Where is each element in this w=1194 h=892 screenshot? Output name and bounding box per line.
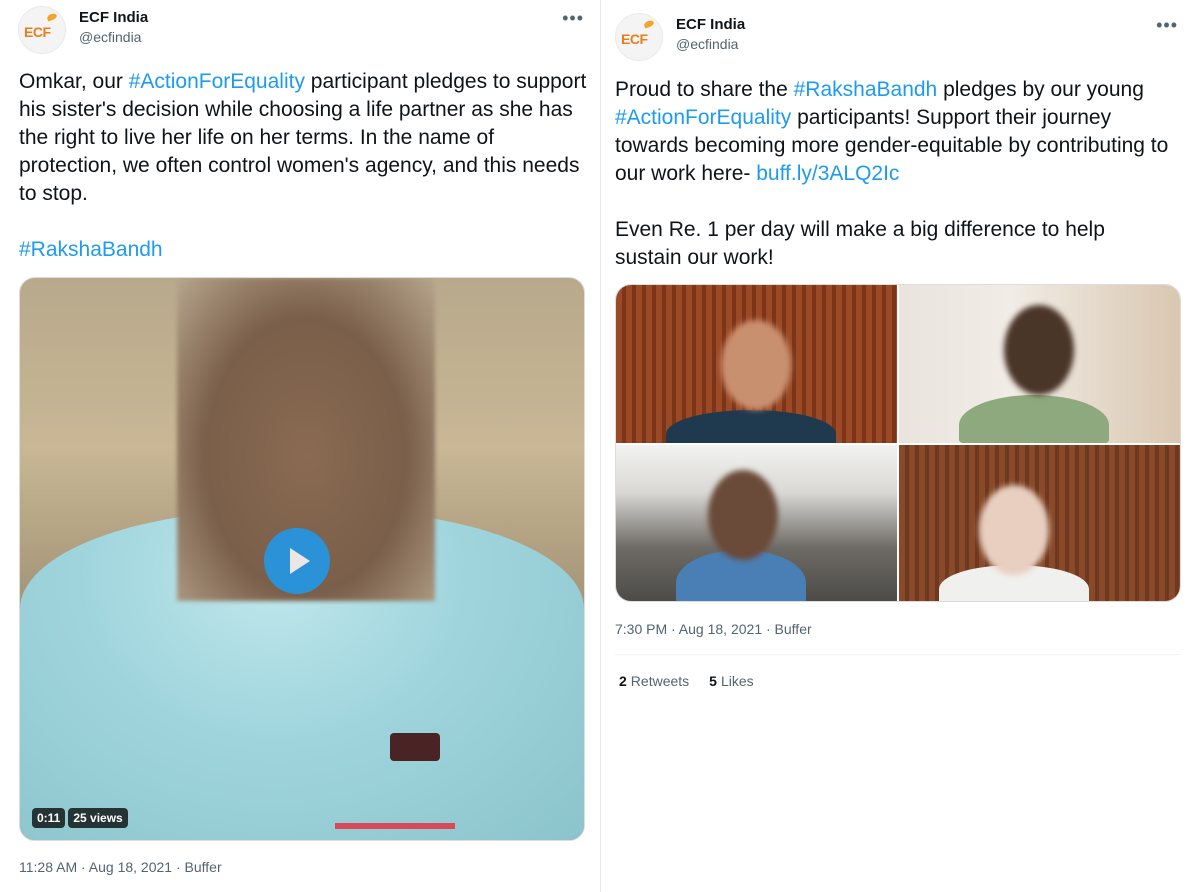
likes-count: 5 bbox=[709, 673, 717, 689]
likes-label: Likes bbox=[720, 673, 754, 689]
likes-stat[interactable]: 5 Likes bbox=[709, 673, 753, 689]
divider bbox=[615, 654, 1180, 655]
video-views: 25 views bbox=[68, 808, 128, 828]
photo-3[interactable] bbox=[616, 445, 897, 601]
tweet-text-segment: Even Re. 1 per day will make a big diffe… bbox=[615, 218, 1105, 269]
url-link[interactable]: buff.ly/3ALQ2Ic bbox=[756, 162, 899, 185]
tweet-timestamp[interactable]: 7:30 PM · Aug 18, 2021 · Buffer bbox=[615, 621, 812, 637]
author-name[interactable]: ECF India bbox=[79, 9, 148, 26]
more-horizontal-icon[interactable]: ••• bbox=[1156, 15, 1178, 36]
photo-blurred-face bbox=[721, 320, 791, 410]
tweet-text-segment: Proud to share the bbox=[615, 78, 794, 101]
avatar-logo-text: ECF bbox=[24, 24, 51, 40]
author-name[interactable]: ECF India bbox=[676, 16, 745, 33]
hashtag-link[interactable]: #ActionForEquality bbox=[129, 70, 305, 93]
photo-person-shirt bbox=[959, 395, 1109, 443]
tweet-card: ECF ECF India @ecfindia ••• Proud to sha… bbox=[601, 0, 1194, 892]
avatar-logo-text: ECF bbox=[621, 31, 648, 47]
logo-swirl-icon bbox=[46, 12, 58, 22]
video-duration: 0:11 bbox=[32, 808, 66, 828]
video-player[interactable]: 0:11 25 views bbox=[19, 277, 585, 841]
video-frame-stripe bbox=[335, 823, 455, 829]
photo-blurred-face bbox=[708, 470, 778, 560]
tweet-timestamp[interactable]: 11:28 AM · Aug 18, 2021 · Buffer bbox=[19, 859, 222, 875]
hashtag-link[interactable]: #ActionForEquality bbox=[615, 106, 791, 129]
tweet-text-segment: Omkar, our bbox=[19, 70, 129, 93]
logo-swirl-icon bbox=[643, 19, 655, 29]
tweet-stats: 2 Retweets 5 Likes bbox=[619, 673, 754, 689]
retweets-stat[interactable]: 2 Retweets bbox=[619, 673, 689, 689]
play-button[interactable] bbox=[264, 528, 330, 594]
photo-person-shirt bbox=[666, 410, 836, 443]
photo-2[interactable] bbox=[899, 285, 1180, 443]
tweet-header: ECF ECF India @ecfindia ••• bbox=[615, 13, 1178, 63]
retweets-label: Retweets bbox=[630, 673, 690, 689]
hashtag-link[interactable]: #RakshaBandh bbox=[19, 238, 163, 261]
avatar[interactable]: ECF bbox=[615, 13, 663, 61]
tweet-text: Omkar, our #ActionForEquality participan… bbox=[19, 68, 589, 264]
video-frame-pocket bbox=[390, 733, 440, 761]
photo-1[interactable] bbox=[616, 285, 897, 443]
tweet-text: Proud to share the #RakshaBandh pledges … bbox=[615, 76, 1175, 272]
photo-grid bbox=[615, 284, 1181, 602]
more-horizontal-icon[interactable]: ••• bbox=[562, 8, 584, 29]
tweet-card: ECF ECF India @ecfindia ••• Omkar, our #… bbox=[0, 0, 601, 892]
video-badges: 0:11 25 views bbox=[32, 808, 128, 828]
tweet-header: ECF ECF India @ecfindia ••• bbox=[18, 6, 584, 56]
avatar[interactable]: ECF bbox=[18, 6, 66, 54]
photo-blurred-face bbox=[1004, 305, 1074, 395]
hashtag-link[interactable]: #RakshaBandh bbox=[794, 78, 938, 101]
photo-4[interactable] bbox=[899, 445, 1180, 601]
tweet-text-segment: pledges by our young bbox=[937, 78, 1150, 101]
retweets-count: 2 bbox=[619, 673, 627, 689]
photo-blurred-face bbox=[979, 485, 1049, 575]
author-handle[interactable]: @ecfindia bbox=[676, 36, 738, 52]
author-handle[interactable]: @ecfindia bbox=[79, 29, 141, 45]
